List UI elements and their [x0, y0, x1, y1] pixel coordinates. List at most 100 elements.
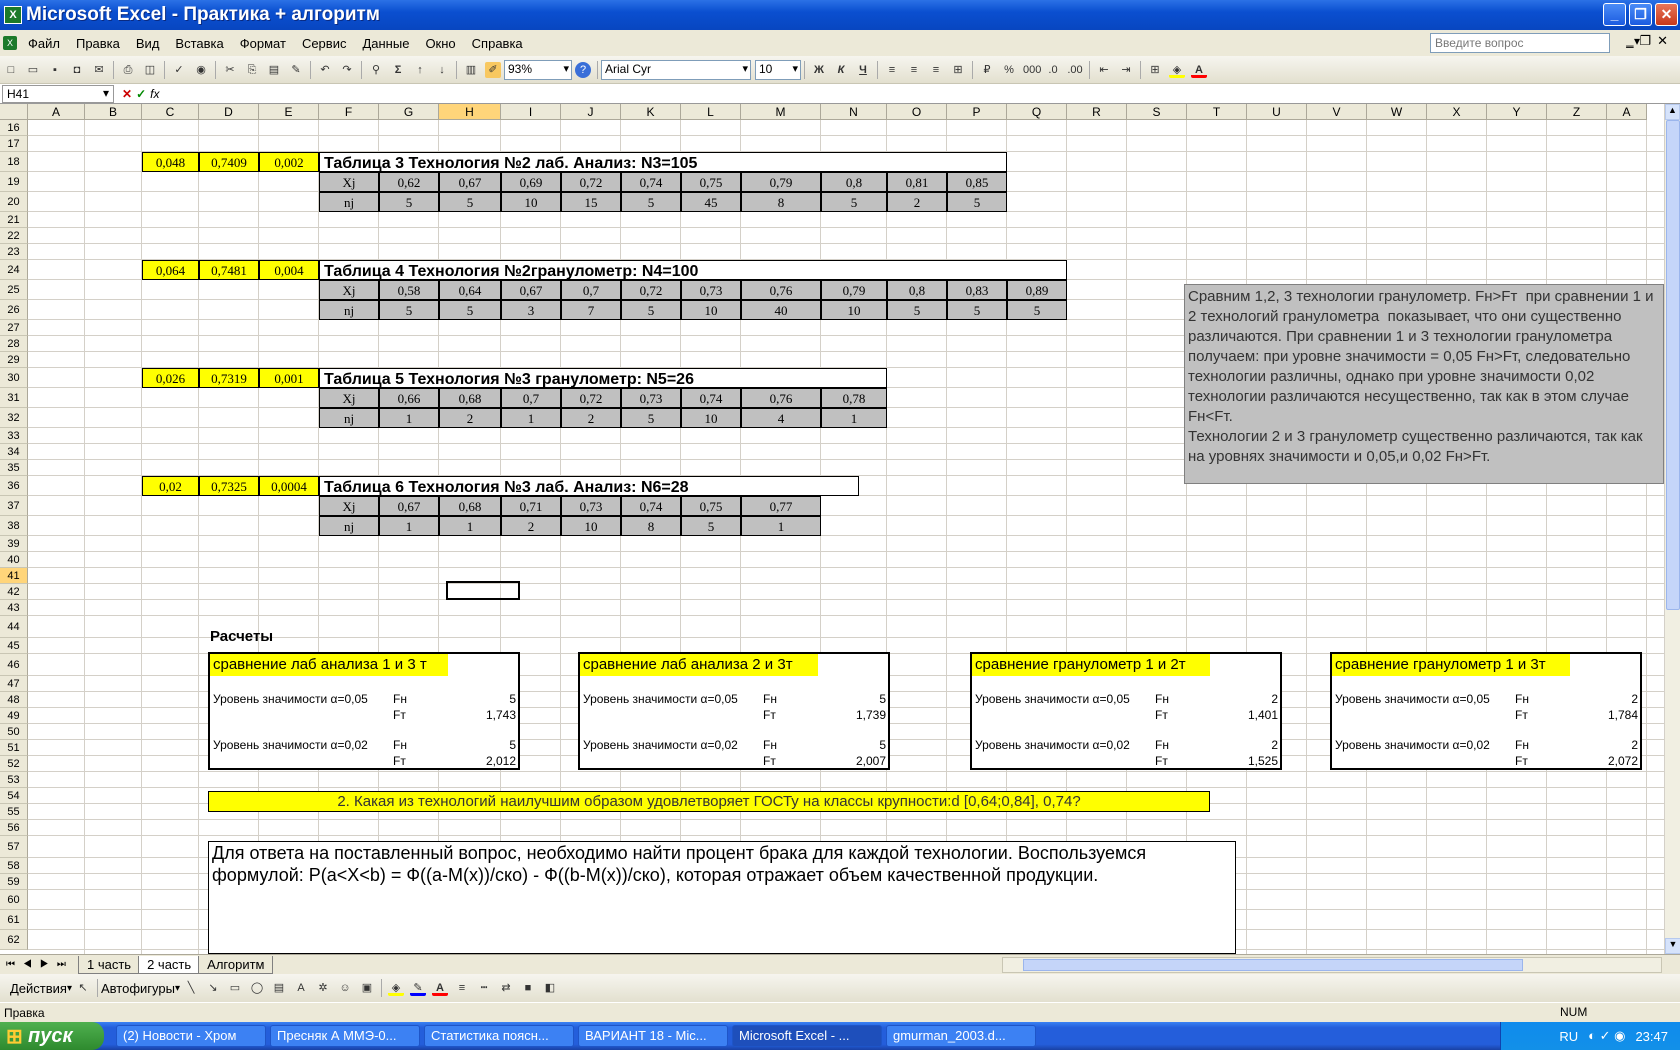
menu-edit[interactable]: Правка: [68, 36, 128, 51]
task-gmurman[interactable]: gmurman_2003.d...: [886, 1025, 1036, 1047]
menu-insert[interactable]: Вставка: [167, 36, 231, 51]
autoshapes-menu[interactable]: Автофигуры: [101, 981, 175, 996]
param-cell-e[interactable]: 0,002: [259, 152, 319, 172]
row-header-46[interactable]: 46: [0, 654, 28, 676]
bold-button[interactable]: Ж: [811, 62, 827, 78]
table-title[interactable]: Таблица 3 Технология №2 лаб. Анализ: N3=…: [319, 152, 1007, 172]
column-header-B[interactable]: B: [85, 104, 142, 120]
undo-icon[interactable]: ↶: [317, 62, 333, 78]
task-variant[interactable]: ВАРИАНТ 18 - Mic...: [578, 1025, 728, 1047]
zoom-select[interactable]: 93%: [504, 59, 572, 80]
xj-value[interactable]: 0,83: [947, 280, 1007, 300]
column-header-F[interactable]: F: [319, 104, 379, 120]
align-center-icon[interactable]: ≡: [906, 62, 922, 78]
increase-indent-icon[interactable]: ⇥: [1118, 62, 1134, 78]
row-header-57[interactable]: 57: [0, 836, 28, 858]
tab-sheet-1[interactable]: 1 часть: [78, 955, 141, 974]
column-header-T[interactable]: T: [1187, 104, 1247, 120]
xj-value[interactable]: 0,78: [821, 388, 887, 408]
save-icon[interactable]: ▪: [47, 62, 63, 78]
nj-value[interactable]: 10: [561, 516, 621, 536]
column-header-M[interactable]: M: [741, 104, 821, 120]
row-header-50[interactable]: 50: [0, 724, 28, 740]
row-header-60[interactable]: 60: [0, 890, 28, 910]
nj-value[interactable]: 2: [501, 516, 561, 536]
redo-icon[interactable]: ↷: [339, 62, 355, 78]
diagram-icon[interactable]: ✲: [315, 980, 331, 996]
f-value[interactable]: 2: [1631, 692, 1638, 706]
column-header-O[interactable]: O: [887, 104, 947, 120]
xj-value[interactable]: 0,79: [741, 172, 821, 192]
nj-value[interactable]: 8: [741, 192, 821, 212]
row-header-29[interactable]: 29: [0, 352, 28, 368]
column-header-A[interactable]: A: [1607, 104, 1647, 120]
param-cell-d[interactable]: 0,7481: [199, 260, 259, 280]
xj-value[interactable]: 0,68: [439, 496, 501, 516]
tab-scroll-icons[interactable]: ⏮◀▶⏭: [0, 959, 80, 970]
increase-decimal-icon[interactable]: .0: [1045, 62, 1061, 78]
menu-help[interactable]: Справка: [464, 36, 531, 51]
oval-icon[interactable]: ◯: [249, 980, 265, 996]
row-header-33[interactable]: 33: [0, 428, 28, 444]
xj-label[interactable]: Xj: [319, 280, 379, 300]
row-header-21[interactable]: 21: [0, 212, 28, 228]
row-header-59[interactable]: 59: [0, 874, 28, 890]
xj-value[interactable]: 0,7: [501, 388, 561, 408]
xj-value[interactable]: 0,72: [621, 280, 681, 300]
nj-value[interactable]: 1: [821, 408, 887, 428]
param-cell-e[interactable]: 0,001: [259, 368, 319, 388]
xj-label[interactable]: Xj: [319, 172, 379, 192]
column-header-U[interactable]: U: [1247, 104, 1307, 120]
copy-icon[interactable]: ⎘: [244, 62, 260, 78]
xj-value[interactable]: 0,72: [561, 172, 621, 192]
rectangle-icon[interactable]: ▭: [227, 980, 243, 996]
nj-value[interactable]: 5: [621, 300, 681, 320]
row-header-16[interactable]: 16: [0, 120, 28, 136]
row-header-61[interactable]: 61: [0, 910, 28, 930]
nj-value[interactable]: 1: [741, 516, 821, 536]
xj-value[interactable]: 0,73: [621, 388, 681, 408]
row-header-53[interactable]: 53: [0, 772, 28, 788]
enter-icon[interactable]: ✓: [136, 87, 146, 101]
column-header-V[interactable]: V: [1307, 104, 1367, 120]
drawing-icon[interactable]: ✐: [485, 61, 501, 78]
borders-icon[interactable]: ⊞: [1147, 62, 1163, 78]
row-header-47[interactable]: 47: [0, 676, 28, 692]
nj-value[interactable]: 5: [439, 192, 501, 212]
comparison-box[interactable]: сравнение лаб анализа 2 и 3т Уровень знач…: [578, 652, 890, 770]
row-header-30[interactable]: 30: [0, 368, 28, 388]
param-cell-e[interactable]: 0,0004: [259, 476, 319, 496]
horizontal-scrollbar[interactable]: [1002, 957, 1662, 973]
nj-value[interactable]: 5: [439, 300, 501, 320]
nj-value[interactable]: 40: [741, 300, 821, 320]
row-header-36[interactable]: 36: [0, 476, 28, 496]
row-header-44[interactable]: 44: [0, 616, 28, 638]
nj-value[interactable]: 15: [561, 192, 621, 212]
spelling-icon[interactable]: ✓: [171, 62, 187, 78]
actions-menu[interactable]: Действия: [10, 981, 67, 996]
minimize-button[interactable]: _: [1603, 3, 1626, 26]
f-value[interactable]: 2,012: [486, 754, 516, 768]
language-indicator[interactable]: RU: [1559, 1029, 1578, 1044]
menu-window[interactable]: Окно: [417, 36, 463, 51]
currency-icon[interactable]: ₽: [979, 62, 995, 78]
nj-value[interactable]: 5: [621, 192, 681, 212]
row-header-51[interactable]: 51: [0, 740, 28, 756]
worksheet-grid[interactable]: ABCDEFGHIJKLMNOPQRSTUVWXYZA 16 17 18 19 20 21…: [0, 104, 1664, 954]
task-chrome[interactable]: (2) Новости - Хром: [116, 1025, 266, 1047]
xj-value[interactable]: 0,75: [681, 172, 741, 192]
column-header-N[interactable]: N: [821, 104, 887, 120]
row-header-25[interactable]: 25: [0, 280, 28, 300]
comparison-box[interactable]: сравнение гранулометр 1 и 2т Уровень знач…: [970, 652, 1282, 770]
row-header-58[interactable]: 58: [0, 858, 28, 874]
active-cell-h41[interactable]: [446, 581, 520, 600]
nj-value[interactable]: 5: [1007, 300, 1067, 320]
f-value[interactable]: 5: [509, 738, 516, 752]
clipart-icon[interactable]: ☺: [337, 980, 353, 996]
xj-value[interactable]: 0,64: [439, 280, 501, 300]
draw-font-color-icon[interactable]: A: [432, 980, 448, 996]
nj-value[interactable]: 10: [501, 192, 561, 212]
start-button[interactable]: ⊞ пуск: [0, 1022, 104, 1050]
line-icon[interactable]: ╲: [183, 980, 199, 996]
column-header-J[interactable]: J: [561, 104, 621, 120]
